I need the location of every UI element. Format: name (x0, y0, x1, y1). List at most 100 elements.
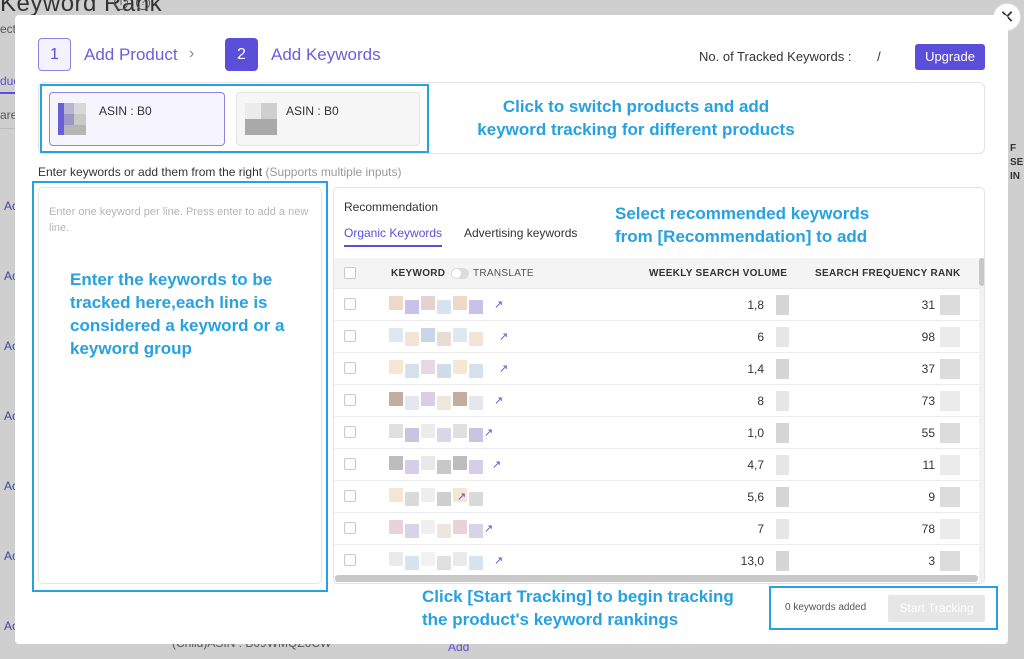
upgrade-button[interactable]: Upgrade (915, 44, 985, 70)
step-1-badge[interactable]: 1 (38, 38, 71, 71)
vertical-scrollbar-track (979, 258, 984, 583)
external-link-icon[interactable]: ↗ (484, 426, 493, 439)
volume-blur (776, 455, 789, 475)
table-row[interactable]: ↗ 4,7 11 (334, 449, 979, 481)
table-row[interactable]: ↗ 8 73 (334, 385, 979, 417)
rank-blur (940, 391, 960, 411)
weekly-search-volume-cell: 7 (757, 522, 764, 536)
vertical-scrollbar[interactable] (979, 258, 984, 286)
external-link-icon[interactable]: ↗ (484, 522, 493, 535)
rank-blur (940, 455, 960, 475)
table-row[interactable]: ↗ 5,6 9 (334, 481, 979, 513)
row-checkbox[interactable] (344, 554, 356, 566)
row-checkbox[interactable] (344, 298, 356, 310)
volume-blur (776, 551, 789, 571)
external-link-icon[interactable]: ↗ (494, 554, 503, 567)
enter-keywords-annotation: Enter the keywords to be tracked here,ea… (70, 270, 285, 358)
tab-organic-keywords[interactable]: Organic Keywords (344, 226, 443, 247)
weekly-search-volume-cell: 5,6 (747, 490, 764, 504)
external-link-icon[interactable]: ↗ (494, 394, 503, 407)
external-link-icon[interactable]: ↗ (492, 458, 501, 471)
keyword-text-blurred (389, 552, 483, 570)
rank-blur (940, 359, 960, 379)
select-all-checkbox[interactable] (344, 267, 356, 279)
volume-blur (776, 487, 789, 507)
search-frequency-rank-cell: 3 (928, 554, 935, 568)
horizontal-scrollbar[interactable] (335, 575, 978, 582)
volume-blur (776, 519, 789, 539)
search-frequency-rank-cell: 78 (921, 522, 935, 536)
row-checkbox[interactable] (344, 394, 356, 406)
external-link-icon[interactable]: ↗ (494, 298, 503, 311)
volume-blur (776, 295, 789, 315)
start-tracking-annotation: Click [Start Tracking] to begin tracking… (422, 587, 734, 629)
background-column-header: F SE IN (1010, 143, 1024, 182)
tracked-keywords-label: No. of Tracked Keywords : (699, 49, 852, 64)
weekly-search-volume-cell: 1,0 (747, 426, 764, 440)
enter-keywords-label: Enter keywords or add them from the righ… (38, 165, 402, 179)
search-frequency-rank-cell: 37 (921, 362, 935, 376)
product-highlight-box (40, 84, 429, 153)
column-header-weekly-search-volume[interactable]: WEEKLY SEARCH VOLUME (649, 268, 787, 279)
tab-advertising-keywords[interactable]: Advertising keywords (464, 226, 577, 240)
table-row[interactable]: ↗ 1,4 37 (334, 353, 979, 385)
keyword-text-blurred (389, 456, 483, 474)
keyword-text-blurred (389, 296, 483, 314)
keyword-text-blurred (389, 520, 483, 538)
search-frequency-rank-cell: 11 (922, 458, 935, 472)
table-row[interactable]: ↗ 6 98 (334, 321, 979, 353)
row-checkbox[interactable] (344, 362, 356, 374)
start-tracking-button[interactable]: Start Tracking (888, 595, 985, 622)
volume-blur (776, 359, 789, 379)
keyword-text-blurred (389, 424, 483, 442)
row-checkbox[interactable] (344, 426, 356, 438)
switch-products-annotation: Click to switch products and add keyword… (477, 97, 795, 139)
search-frequency-rank-cell: 31 (921, 298, 935, 312)
rank-blur (940, 423, 960, 443)
search-frequency-rank-cell: 9 (928, 490, 935, 504)
tracked-keywords-count: No. of Tracked Keywords : / (699, 49, 881, 64)
translate-toggle[interactable] (451, 268, 469, 279)
step-2-badge: 2 (225, 38, 258, 71)
select-recommended-annotation: Select recommended keywords from [Recomm… (615, 204, 870, 246)
weekly-search-volume-cell: 13,0 (740, 554, 764, 568)
table-row[interactable]: ↗ 13,0 3 (334, 545, 979, 577)
volume-blur (776, 327, 789, 347)
keyword-text-blurred (389, 328, 483, 346)
weekly-search-volume-cell: 8 (757, 394, 764, 408)
keyword-input-highlight-box (32, 181, 328, 592)
keyword-text-blurred (389, 392, 483, 410)
column-header-keyword: KEYWORD (391, 268, 446, 279)
row-checkbox[interactable] (344, 490, 356, 502)
row-checkbox[interactable] (344, 458, 356, 470)
volume-blur (776, 423, 789, 443)
weekly-search-volume-cell: 1,4 (747, 362, 764, 376)
external-link-icon[interactable]: ↗ (499, 330, 508, 343)
row-checkbox[interactable] (344, 330, 356, 342)
search-frequency-rank-cell: 73 (921, 394, 935, 408)
search-frequency-rank-cell: 55 (921, 426, 935, 440)
step-1-label[interactable]: Add Product (84, 45, 178, 65)
volume-blur (776, 391, 789, 411)
weekly-search-volume-cell: 6 (757, 330, 764, 344)
table-row[interactable]: ↗ 1,8 31 (334, 289, 979, 321)
weekly-search-volume-cell: 1,8 (747, 298, 764, 312)
external-link-icon[interactable]: ↗ (499, 362, 508, 375)
recommendation-title: Recommendation (344, 200, 439, 214)
rank-blur (940, 519, 960, 539)
keyword-text-blurred (389, 488, 483, 506)
rank-blur (940, 327, 960, 347)
tracked-keywords-value: / (877, 49, 881, 64)
translate-label: TRANSLATE (473, 268, 534, 279)
table-row[interactable]: ↗ 7 78 (334, 513, 979, 545)
weekly-search-volume-cell: 4,7 (747, 458, 764, 472)
table-row[interactable]: ↗ 1,0 55 (334, 417, 979, 449)
step-2-label: Add Keywords (271, 45, 381, 64)
rank-blur (940, 295, 960, 315)
column-header-search-frequency-rank[interactable]: SEARCH FREQUENCY RANK (815, 268, 961, 279)
external-link-icon[interactable]: ↗ (457, 490, 466, 503)
rank-blur (940, 487, 960, 507)
row-checkbox[interactable] (344, 522, 356, 534)
chevron-right-icon: › (189, 45, 195, 62)
rank-blur (940, 551, 960, 571)
